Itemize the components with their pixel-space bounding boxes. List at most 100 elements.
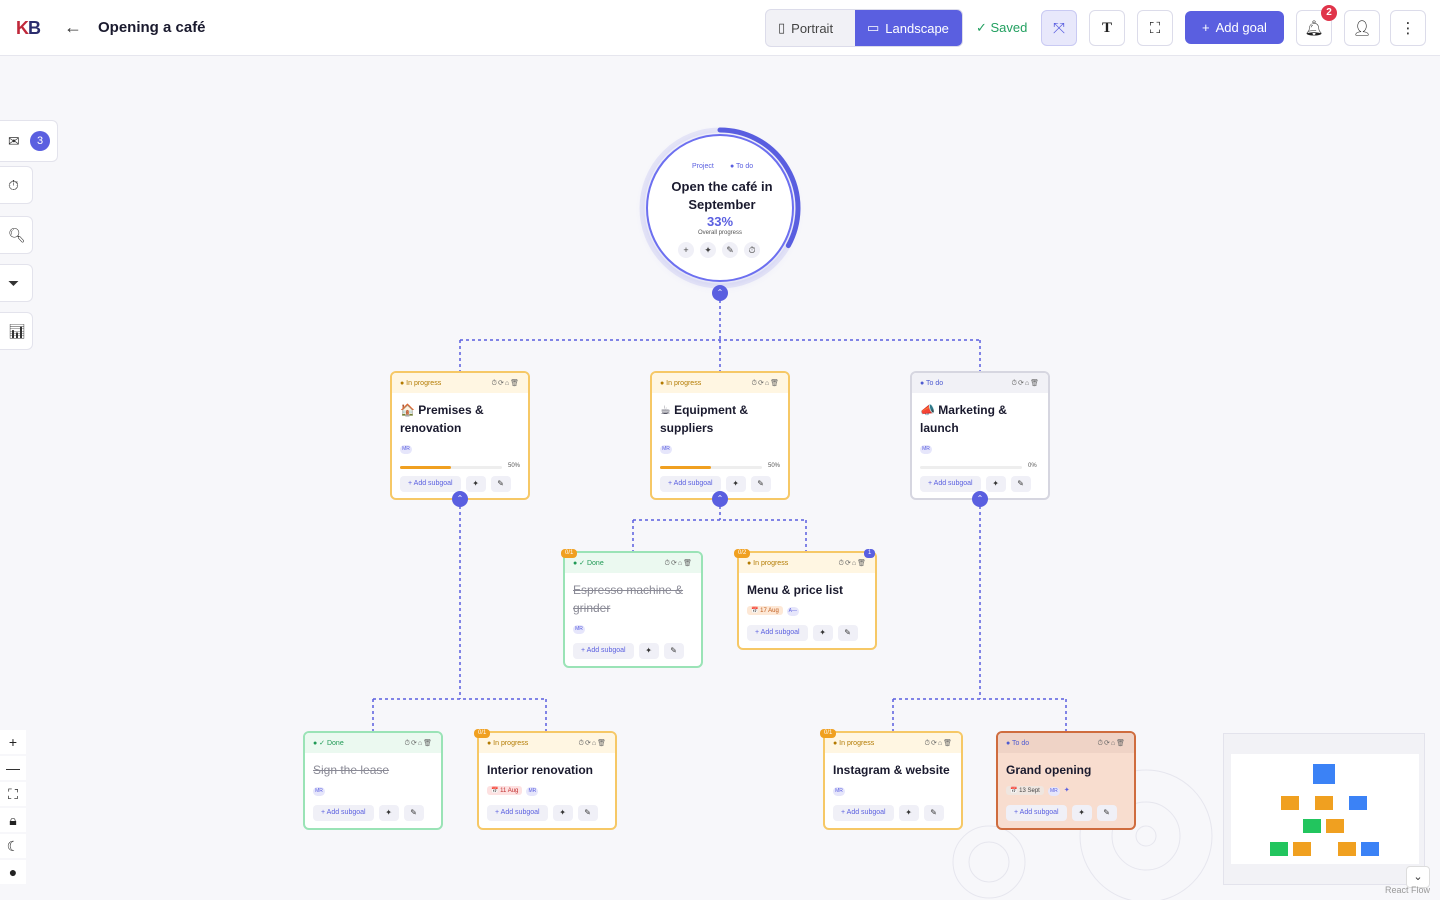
wand-icon[interactable]: ✦ [812,625,833,641]
goal-title: Grand opening [1006,763,1092,777]
add-subgoal-button[interactable]: + Add subgoal [660,476,721,492]
add-subgoal-button[interactable]: + Add subgoal [1006,805,1067,821]
wand-icon[interactable]: ✦ [898,805,919,821]
goal-title: 🏠 Premises & renovation [400,403,484,435]
subgoal-count-chip: 0/2 [734,549,751,558]
edit-icon[interactable]: ✎ [490,476,511,492]
wand-icon[interactable]: ✦ [638,643,659,659]
edit-icon[interactable]: ✎ [722,242,738,258]
avatar: MR [660,445,672,454]
card-action-icons[interactable]: ⏱︎⟳⌂🗑︎ [665,559,693,568]
wand-icon[interactable]: ✦ [725,476,746,492]
minimap-node [1293,842,1311,856]
card-action-icons[interactable]: ⏱︎⟳⌂🗑︎ [839,559,867,568]
avatar: MR [920,445,932,454]
edit-icon[interactable]: ✎ [403,805,424,821]
due-date-badge: 📅 11 Aug [487,786,523,795]
avatar: MR [1047,787,1060,796]
card-action-icons[interactable]: ⏱︎⟳⌂🗑︎ [579,739,607,748]
card-action-icons[interactable]: ⏱︎⟳⌂🗑︎ [1098,739,1126,748]
card-action-icons[interactable]: ⏱︎⟳⌂🗑︎ [925,739,953,748]
goal-title: Menu & price list [747,583,844,597]
add-subgoal-button[interactable]: + Add subgoal [747,625,808,641]
goal-card-equipment[interactable]: ● In progress ⏱︎⟳⌂🗑︎ ☕ Equipment & suppli… [650,371,790,500]
avatar: MR [313,787,325,796]
wand-icon[interactable]: ✦ [552,805,573,821]
root-goal-title: Open the café in September [671,179,773,212]
wand-icon[interactable]: ✦ [378,805,399,821]
card-action-icons[interactable]: ⏱︎⟳⌂🗑︎ [492,379,520,388]
edit-icon[interactable]: ✎ [750,476,771,492]
add-subgoal-button[interactable]: + Add subgoal [573,643,634,659]
react-flow-attribution[interactable]: React Flow [1385,885,1430,895]
add-icon[interactable]: + [678,242,694,258]
edit-icon[interactable]: ✎ [577,805,598,821]
collapse-root-button[interactable]: ⌃ [712,285,728,301]
minimap-canvas [1231,754,1419,864]
avatar: MR [573,625,585,634]
goal-card-lease[interactable]: ● ✓ Done ⏱︎⟳⌂🗑︎ Sign the lease MR + Add s… [303,731,443,830]
add-subgoal-button[interactable]: + Add subgoal [833,805,894,821]
goal-card-premises[interactable]: ● In progress ⏱︎⟳⌂🗑︎ 🏠 Premises & renovat… [390,371,530,500]
overall-progress-value: 33% [706,214,734,229]
wand-icon[interactable]: ✦ [985,476,1006,492]
progress-percent: 50% [508,463,521,469]
goal-card-menu[interactable]: ● In progress ⏱︎⟳⌂🗑︎ Menu & price list 📅 … [737,551,877,650]
wand-icon[interactable]: ✦ [700,242,716,258]
edge-lines [372,300,1067,732]
status-badge: ● In progress [747,559,789,567]
status-badge: ● In progress [660,379,702,387]
edit-icon[interactable]: ✎ [1010,476,1031,492]
edit-icon[interactable]: ✎ [923,805,944,821]
goal-card-grand-opening[interactable]: ● To do ⏱︎⟳⌂🗑︎ Grand opening 📅 13 Sept MR ✦… [996,731,1136,830]
card-action-icons[interactable]: ⏱︎⟳⌂🗑︎ [1012,379,1040,388]
add-subgoal-button[interactable]: + Add subgoal [920,476,981,492]
goal-title: Instagram & website [833,763,950,777]
status-badge: ● In progress [400,379,442,387]
goal-card-espresso[interactable]: ● ✓ Done ⏱︎⟳⌂🗑︎ Espresso machine & grinde… [563,551,703,668]
add-subgoal-button[interactable]: + Add subgoal [400,476,461,492]
avatar: MR [833,787,845,796]
card-action-icons[interactable]: ⏱︎⟳⌂🗑︎ [752,379,780,388]
progress-percent: 50% [768,463,781,469]
edit-icon[interactable]: ✎ [837,625,858,641]
minimap[interactable] [1223,733,1425,885]
add-subgoal-button[interactable]: + Add subgoal [487,805,548,821]
goal-card-marketing[interactable]: ● To do ⏱︎⟳⌂🗑︎ 📣 Marketing & launch MR 0%… [910,371,1050,500]
wand-icon[interactable]: ✦ [465,476,486,492]
progress-bar [660,466,762,469]
goal-card-interior[interactable]: ● In progress ⏱︎⟳⌂🗑︎ Interior renovation … [477,731,617,830]
minimap-node [1349,796,1367,810]
minimap-node [1361,842,1379,856]
sparkle-icon[interactable]: ✦ [1064,787,1070,794]
progress-bar [400,466,502,469]
goal-title: Espresso machine & grinder [573,583,684,615]
subgoal-count-chip: 0/1 [561,549,578,558]
collapse-button[interactable]: ⌃ [452,491,468,507]
wand-icon[interactable]: ✦ [1071,805,1092,821]
edit-icon[interactable]: ✎ [663,643,684,659]
avatar: MR [526,787,539,796]
chevron-down-icon: ⌄ [1413,871,1423,883]
minimap-node [1281,796,1299,810]
status-badge: ● To do [1006,739,1030,747]
avatar: A— [786,607,799,616]
goal-title: 📣 Marketing & launch [920,403,1007,435]
status-badge: ● ✓ Done [573,560,604,567]
minimap-node [1315,796,1333,810]
minimap-node [1326,819,1344,833]
status-badge: ● ✓ Done [313,740,344,747]
edit-icon[interactable]: ✎ [1096,805,1117,821]
status-badge: ● To do [920,379,944,387]
add-subgoal-button[interactable]: + Add subgoal [313,805,374,821]
comment-count-chip[interactable]: 1 [864,549,876,558]
collapse-button[interactable]: ⌃ [712,491,728,507]
root-goal-node[interactable]: Project ● To do Open the café in Septemb… [646,134,794,282]
subgoal-count-chip: 0/1 [474,729,491,738]
card-action-icons[interactable]: ⏱︎⟳⌂🗑︎ [405,739,433,748]
minimap-node [1270,842,1288,856]
minimap-node [1313,764,1335,784]
timer-icon[interactable]: ⏱︎ [744,242,760,258]
collapse-button[interactable]: ⌃ [972,491,988,507]
goal-card-instagram[interactable]: ● In progress ⏱︎⟳⌂🗑︎ Instagram & website … [823,731,963,830]
